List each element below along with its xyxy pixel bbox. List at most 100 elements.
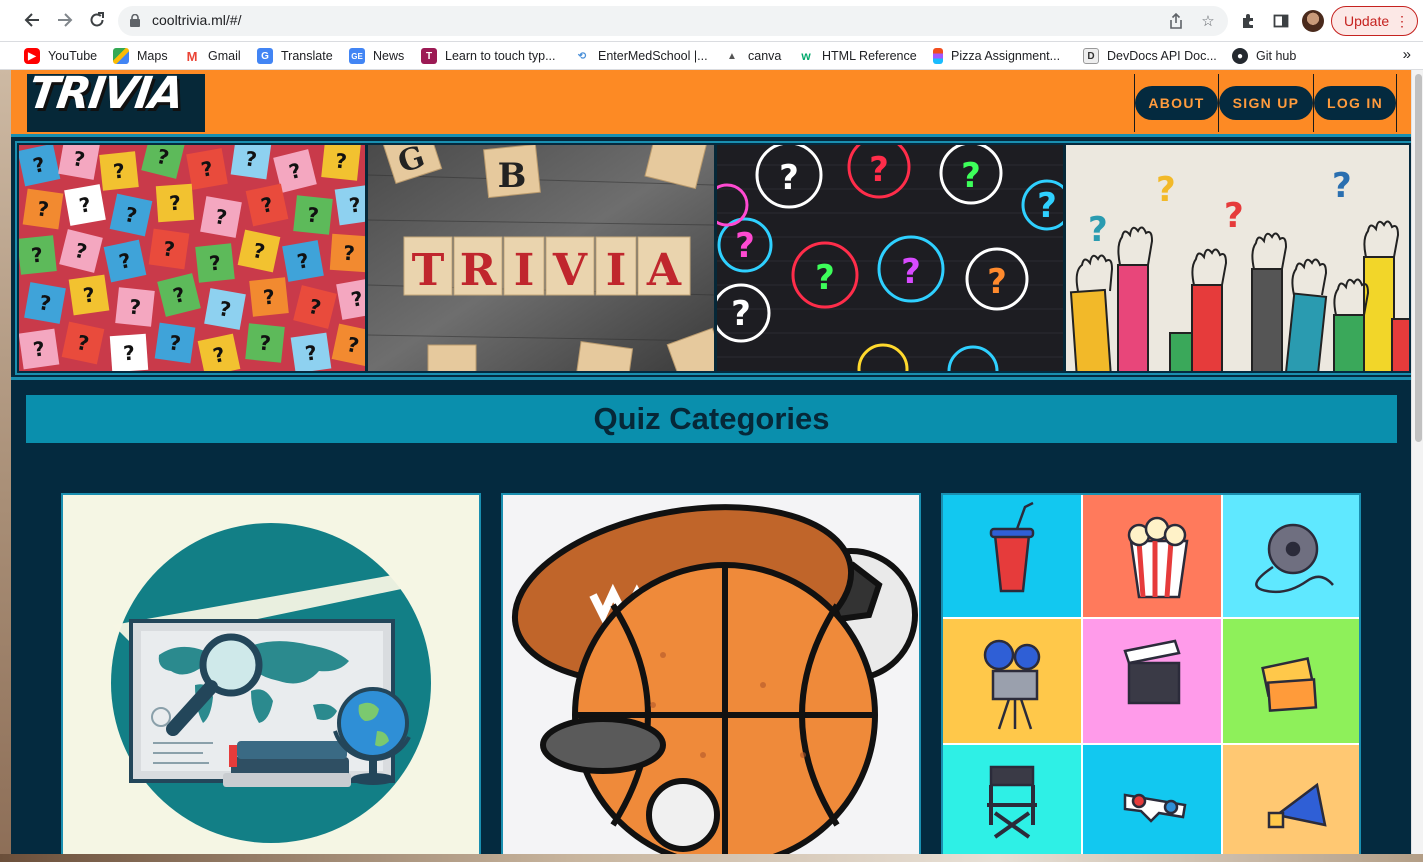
github-icon: ●: [1232, 48, 1248, 64]
bookmark-pizza[interactable]: Pizza Assignment...: [933, 46, 1060, 66]
url-text: cooltrivia.ml/#/: [152, 12, 242, 28]
bookmark-html-reference[interactable]: w HTML Reference: [798, 46, 917, 66]
back-icon[interactable]: [20, 8, 44, 32]
browser-chrome: cooltrivia.ml/#/ ☆ Update ⋮ ▶ YouTube Ma…: [0, 0, 1423, 70]
bookmark-label: EnterMedSchool |...: [598, 49, 708, 63]
svg-text:?: ?: [815, 258, 835, 298]
nav-item-about: ABOUT: [1134, 74, 1218, 132]
update-button[interactable]: Update ⋮: [1331, 6, 1418, 36]
svg-text:B: B: [498, 156, 527, 196]
devdocs-icon: D: [1083, 48, 1099, 64]
bookmark-youtube[interactable]: ▶ YouTube: [24, 46, 97, 66]
bookmark-maps[interactable]: Maps: [113, 46, 168, 66]
svg-text:?: ?: [306, 202, 320, 227]
bookmark-label: Pizza Assignment...: [951, 49, 1061, 63]
desktop-background-left: [0, 70, 11, 862]
category-card-sports[interactable]: [501, 493, 921, 854]
svg-text:?: ?: [731, 294, 751, 334]
bookmark-label: HTML Reference: [822, 49, 917, 63]
bookmarks-bar: ▶ YouTube Maps M Gmail G Translate GE Ne…: [0, 42, 1423, 70]
entermedschool-icon: ⟲: [574, 48, 590, 64]
category-card-movies[interactable]: [941, 493, 1361, 854]
svg-text:R: R: [460, 245, 497, 296]
extensions-icon[interactable]: [1238, 10, 1260, 32]
bookmark-typing[interactable]: T Learn to touch typ...: [421, 46, 556, 66]
youtube-icon: ▶: [24, 48, 40, 64]
svg-text:?: ?: [987, 262, 1007, 302]
page-scrollbar[interactable]: [1411, 70, 1423, 854]
typing-icon: T: [421, 48, 437, 64]
bookmark-label: DevDocs API Doc...: [1107, 49, 1217, 63]
site-header: TRIVIA ABOUT SIGN UP LOG IN: [11, 70, 1411, 137]
bookmark-canva[interactable]: ▲ canva: [724, 46, 781, 66]
categories-heading-bar: Quiz Categories: [26, 395, 1397, 443]
bookmark-star-icon[interactable]: ☆: [1198, 11, 1218, 31]
banner-neon-questions-image: ? ? ? ? ? ? ? ? ?: [717, 145, 1063, 371]
svg-text:?: ?: [1088, 210, 1108, 250]
about-button[interactable]: ABOUT: [1135, 86, 1218, 120]
figma-icon: [933, 48, 943, 64]
signup-button[interactable]: SIGN UP: [1219, 86, 1313, 120]
bookmark-label: News: [373, 49, 405, 63]
forward-icon[interactable]: [53, 8, 77, 32]
bookmark-github[interactable]: ● Git hub: [1232, 46, 1296, 66]
category-card-geography[interactable]: [61, 493, 481, 854]
svg-text:T: T: [412, 245, 445, 296]
svg-text:?: ?: [342, 241, 355, 266]
bookmark-entermedschool[interactable]: ⟲ EnterMedSchool |...: [574, 46, 708, 66]
logo-text: TRIVIA: [27, 74, 186, 119]
address-bar-row: cooltrivia.ml/#/ ☆ Update ⋮: [0, 0, 1423, 42]
banner-trivia-blocks-image: G B T R I V I A: [368, 145, 714, 371]
svg-text:?: ?: [262, 284, 276, 309]
page-viewport: TRIVIA ABOUT SIGN UP LOG IN ? ? ? ? ? ? …: [11, 70, 1411, 854]
svg-text:I: I: [606, 245, 627, 296]
main-nav: ABOUT SIGN UP LOG IN: [1134, 74, 1397, 132]
svg-text:?: ?: [112, 158, 126, 183]
svg-text:?: ?: [961, 156, 981, 196]
more-bookmarks-icon[interactable]: »: [1403, 46, 1411, 63]
bookmark-label: canva: [748, 49, 782, 63]
bookmark-label: Git hub: [1256, 49, 1297, 63]
svg-text:?: ?: [869, 150, 889, 190]
bookmark-translate[interactable]: G Translate: [257, 46, 333, 66]
svg-text:?: ?: [334, 148, 348, 173]
scrollbar-thumb[interactable]: [1415, 74, 1422, 442]
bookmark-label: Gmail: [208, 49, 241, 63]
svg-text:?: ?: [1156, 170, 1176, 210]
svg-text:?: ?: [128, 294, 142, 319]
address-bar[interactable]: cooltrivia.ml/#/ ☆: [118, 6, 1228, 36]
bookmark-devdocs[interactable]: D DevDocs API Doc...: [1083, 46, 1217, 66]
share-icon[interactable]: [1166, 11, 1186, 31]
svg-text:?: ?: [1332, 166, 1352, 206]
translate-icon: G: [257, 48, 273, 64]
svg-text:V: V: [552, 245, 588, 296]
bookmark-label: Learn to touch typ...: [445, 49, 556, 63]
categories-heading: Quiz Categories: [593, 401, 830, 436]
banner-sticky-notes-image: ? ? ? ? ? ? ? ? ? ? ? ? ? ? ? ? ? ? ? ? …: [19, 145, 365, 371]
reload-icon[interactable]: [85, 8, 109, 32]
profile-avatar[interactable]: [1302, 10, 1324, 32]
menu-dots-icon: ⋮: [1395, 13, 1409, 29]
banner-raised-hands-image: ? ? ? ?: [1066, 145, 1409, 371]
svg-text:?: ?: [30, 242, 44, 267]
login-button[interactable]: LOG IN: [1314, 86, 1396, 120]
bookmark-gmail[interactable]: M Gmail: [184, 46, 241, 66]
side-panel-icon[interactable]: [1270, 10, 1292, 32]
nav-item-login: LOG IN: [1313, 74, 1397, 132]
maps-icon: [113, 48, 129, 64]
svg-text:?: ?: [208, 250, 222, 275]
canva-icon: ▲: [724, 48, 740, 64]
hero-banner: ? ? ? ? ? ? ? ? ? ? ? ? ? ? ? ? ? ? ? ? …: [15, 141, 1411, 375]
lock-icon: [130, 14, 140, 27]
w3-icon: w: [798, 48, 814, 64]
svg-text:?: ?: [901, 252, 921, 292]
site-logo[interactable]: TRIVIA: [27, 74, 205, 132]
svg-text:?: ?: [779, 158, 799, 198]
news-icon: GE: [349, 48, 365, 64]
bookmark-news[interactable]: GE News: [349, 46, 404, 66]
nav-item-signup: SIGN UP: [1218, 74, 1313, 132]
desktop-background-bottom: [0, 854, 1423, 862]
bookmark-label: YouTube: [48, 49, 98, 63]
svg-text:?: ?: [1224, 196, 1244, 236]
bookmark-label: Maps: [137, 49, 168, 63]
